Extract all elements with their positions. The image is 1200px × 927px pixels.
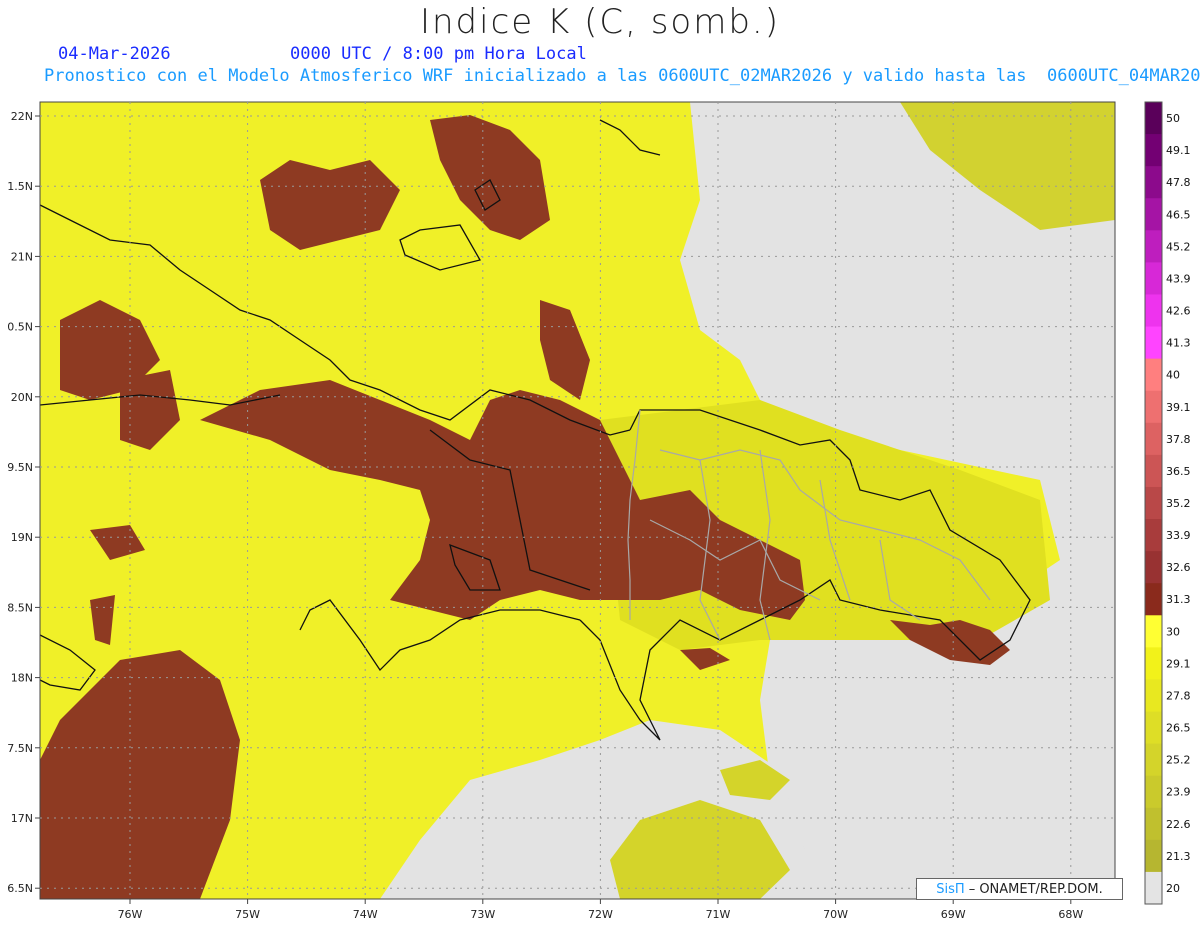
- colorbar-label: 26.5: [1166, 722, 1191, 735]
- colorbar-label: 20: [1166, 882, 1180, 895]
- colorbar-swatch: [1145, 294, 1162, 328]
- colorbar-swatch: [1145, 711, 1162, 745]
- credit-box: SisΠ – ONAMET/REP.DOM.: [916, 878, 1123, 900]
- lat-label: 20N: [11, 391, 33, 404]
- credit-brand: SisΠ: [936, 881, 965, 897]
- colorbar-label: 49.1: [1166, 144, 1191, 157]
- lat-label: 19N: [11, 531, 33, 544]
- colorbar-label: 32.6: [1166, 561, 1191, 574]
- colorbar-label: 45.2: [1166, 240, 1191, 253]
- colorbar-swatch: [1145, 583, 1162, 616]
- k-index-map: 76W 75W 74W 73W 72W 71W 70W 69W 68W 22N 1.5N 21N 0.…: [7, 101, 1191, 921]
- colorbar-label: 39.1: [1166, 401, 1191, 414]
- lat-label: 22N: [11, 110, 33, 123]
- colorbar-swatch: [1145, 454, 1162, 488]
- lon-label: 68W: [1058, 908, 1083, 921]
- map-field: [40, 102, 1115, 899]
- colorbar-swatch: [1145, 807, 1162, 841]
- colorbar-swatch: [1145, 551, 1162, 584]
- colorbar-label: 29.1: [1166, 657, 1191, 670]
- colorbar-swatch: [1145, 743, 1162, 777]
- colorbar-swatch: [1145, 679, 1162, 713]
- colorbar-label: 46.5: [1166, 208, 1191, 221]
- lat-label: 1.5N: [7, 180, 33, 193]
- lat-label: 8.5N: [7, 601, 33, 614]
- colorbar-swatch: [1145, 134, 1162, 167]
- colorbar-label: 40: [1166, 369, 1180, 382]
- colorbar-label: 35.2: [1166, 497, 1191, 510]
- lon-label: 74W: [353, 908, 378, 921]
- colorbar-swatch: [1145, 871, 1162, 905]
- colorbar-label: 33.9: [1166, 529, 1191, 542]
- lat-label: 6.5N: [7, 882, 33, 895]
- lon-label: 71W: [706, 908, 731, 921]
- colorbar-swatch: [1145, 230, 1162, 263]
- colorbar-label: 50: [1166, 112, 1180, 125]
- colorbar-swatch: [1145, 615, 1162, 648]
- colorbar-label: 37.8: [1166, 433, 1191, 446]
- colorbar-label: 27.8: [1166, 689, 1191, 702]
- lat-label: 0.5N: [7, 321, 33, 334]
- colorbar-swatch: [1145, 198, 1162, 231]
- colorbar-label: 23.9: [1166, 786, 1191, 799]
- lon-label: 72W: [588, 908, 613, 921]
- lon-label: 73W: [470, 908, 495, 921]
- colorbar-label: 36.5: [1166, 465, 1191, 478]
- longitude-labels: 76W 75W 74W 73W 72W 71W 70W 69W 68W: [118, 908, 1084, 921]
- colorbar-swatch: [1145, 326, 1162, 360]
- colorbar-swatch: [1145, 422, 1162, 456]
- credit-text: – ONAMET/REP.DOM.: [968, 881, 1103, 897]
- lat-label: 9.5N: [7, 461, 33, 474]
- colorbar-swatch: [1145, 262, 1162, 295]
- lon-label: 69W: [941, 908, 966, 921]
- colorbar-label: 47.8: [1166, 176, 1191, 189]
- colorbar-swatch: [1145, 358, 1162, 392]
- lon-label: 70W: [823, 908, 848, 921]
- colorbar-swatch: [1145, 486, 1162, 520]
- latitude-labels: 22N 1.5N 21N 0.5N 20N 9.5N 19N 8.5N 18N 7.5N 17N 6.…: [7, 110, 33, 895]
- colorbar-label: 30: [1166, 625, 1180, 638]
- lat-label: 18N: [11, 672, 33, 685]
- colorbar-label: 41.3: [1166, 337, 1191, 350]
- colorbar-swatch: [1145, 519, 1162, 552]
- colorbar: 50 49.1 47.8 46.5 45.2 43.9 42.6 41.3 40 39.1 37.8…: [1144, 101, 1191, 905]
- colorbar-label: 25.2: [1166, 754, 1191, 767]
- colorbar-label: 21.3: [1166, 850, 1191, 863]
- lat-label: 7.5N: [7, 742, 33, 755]
- colorbar-label: 22.6: [1166, 818, 1191, 831]
- colorbar-label: 31.3: [1166, 593, 1191, 606]
- colorbar-swatch: [1145, 839, 1162, 873]
- lon-label: 75W: [235, 908, 260, 921]
- colorbar-swatch: [1145, 102, 1162, 135]
- colorbar-swatch: [1145, 647, 1162, 680]
- lat-label: 17N: [11, 812, 33, 825]
- colorbar-label: 43.9: [1166, 272, 1191, 285]
- lon-label: 76W: [118, 908, 143, 921]
- colorbar-swatch: [1145, 390, 1162, 424]
- lat-label: 21N: [11, 250, 33, 263]
- colorbar-label: 42.6: [1166, 305, 1191, 318]
- colorbar-swatch: [1145, 166, 1162, 199]
- colorbar-swatch: [1145, 775, 1162, 809]
